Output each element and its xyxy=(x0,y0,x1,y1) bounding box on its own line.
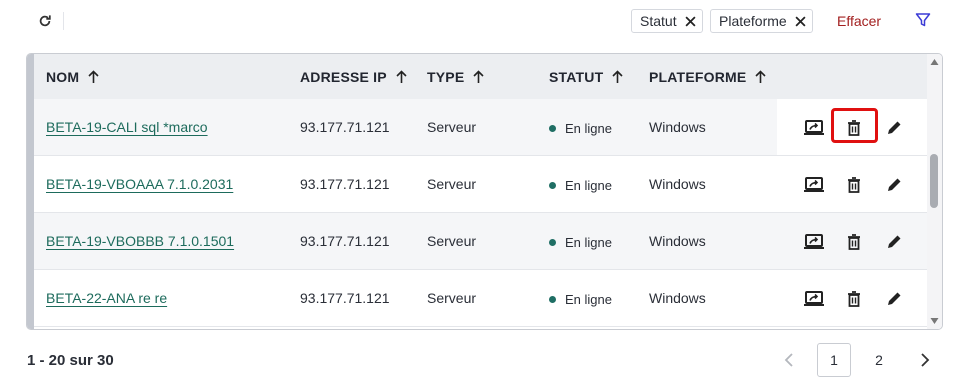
column-header-label: TYPE xyxy=(427,69,465,85)
refresh-icon[interactable] xyxy=(36,12,54,30)
device-name-link[interactable]: BETA-19-VBOBBB 7.1.0.1501 xyxy=(46,233,234,249)
scrollbar-thumb[interactable] xyxy=(930,154,938,208)
trash-icon[interactable] xyxy=(843,231,865,253)
arrow-up-icon xyxy=(396,70,407,84)
column-header-statut[interactable]: STATUT xyxy=(549,69,623,85)
platform: Windows xyxy=(649,176,706,192)
filter-chip-label: Statut xyxy=(640,13,677,29)
vertical-scrollbar[interactable] xyxy=(927,54,942,329)
column-header-label: ADRESSE IP xyxy=(300,69,387,85)
status-dot xyxy=(549,239,556,246)
column-header-ip[interactable]: ADRESSE IP xyxy=(300,69,407,85)
filter-chip-plateforme[interactable]: Plateforme xyxy=(710,9,813,33)
delete-highlight-box xyxy=(831,108,878,143)
table-row[interactable]: BETA-22-ANA re re 93.177.71.121 Serveur … xyxy=(34,270,927,327)
column-header-nom[interactable]: NOM xyxy=(46,69,99,85)
page-button[interactable]: 2 xyxy=(862,343,896,377)
column-header-plateforme[interactable]: PLATEFORME xyxy=(649,69,766,85)
ip-address: 93.177.71.121 xyxy=(300,119,390,135)
chevron-right-icon[interactable] xyxy=(915,351,933,369)
status-badge: En ligne xyxy=(549,178,612,193)
device-type: Serveur xyxy=(427,176,477,192)
pencil-icon[interactable] xyxy=(883,117,905,139)
filter-chip-label: Plateforme xyxy=(719,13,787,29)
device-name-link[interactable]: BETA-19-VBOAAA 7.1.0.2031 xyxy=(46,176,233,192)
page-button-current[interactable]: 1 xyxy=(817,343,851,377)
device-type: Serveur xyxy=(427,233,477,249)
status-dot xyxy=(549,296,556,303)
column-header-type[interactable]: TYPE xyxy=(427,69,484,85)
pencil-icon[interactable] xyxy=(883,231,905,253)
pagination-summary: 1 - 20 sur 30 xyxy=(27,352,114,369)
status-badge: En ligne xyxy=(549,292,612,307)
status-badge: En ligne xyxy=(549,235,612,250)
table-row[interactable]: BETA-19-VBOBBB 7.1.0.1501 93.177.71.121 … xyxy=(34,213,927,270)
column-header-label: STATUT xyxy=(549,69,604,85)
remote-screen-icon[interactable] xyxy=(803,231,825,253)
trash-icon[interactable] xyxy=(843,174,865,196)
status-badge: En ligne xyxy=(549,121,612,136)
close-icon[interactable] xyxy=(795,15,806,27)
device-type: Serveur xyxy=(427,290,477,306)
status-dot xyxy=(549,125,556,132)
filter-icon[interactable] xyxy=(915,12,933,30)
device-name-link[interactable]: BETA-22-ANA re re xyxy=(46,290,167,306)
column-header-label: NOM xyxy=(46,69,80,85)
arrow-up-icon xyxy=(612,70,623,84)
toolbar-divider xyxy=(63,12,64,30)
arrow-up-icon xyxy=(473,70,484,84)
remote-screen-icon[interactable] xyxy=(803,288,825,310)
platform: Windows xyxy=(649,233,706,249)
scroll-up-icon[interactable] xyxy=(930,58,939,66)
remote-screen-icon[interactable] xyxy=(803,117,825,139)
ip-address: 93.177.71.121 xyxy=(300,233,390,249)
ip-address: 93.177.71.121 xyxy=(300,290,390,306)
table-row[interactable]: BETA-19-VBOAAA 7.1.0.2031 93.177.71.121 … xyxy=(34,156,927,213)
devices-table: NOM ADRESSE IP TYPE STATUT PLATEFORME BE… xyxy=(26,53,943,330)
toolbar: Statut Plateforme Effacer xyxy=(0,0,958,44)
arrow-up-icon xyxy=(88,70,99,84)
device-name-link[interactable]: BETA-19-CALI sql *marco xyxy=(46,119,208,135)
status-label: En ligne xyxy=(565,292,612,307)
status-label: En ligne xyxy=(565,235,612,250)
status-label: En ligne xyxy=(565,121,612,136)
ip-address: 93.177.71.121 xyxy=(300,176,390,192)
chevron-left-icon[interactable] xyxy=(781,351,799,369)
platform: Windows xyxy=(649,290,706,306)
close-icon[interactable] xyxy=(685,15,696,27)
remote-screen-icon[interactable] xyxy=(803,174,825,196)
status-label: En ligne xyxy=(565,178,612,193)
table-header: NOM ADRESSE IP TYPE STATUT PLATEFORME xyxy=(34,54,927,99)
status-dot xyxy=(549,182,556,189)
device-type: Serveur xyxy=(427,119,477,135)
table-left-rail xyxy=(27,54,34,329)
clear-filters-button[interactable]: Effacer xyxy=(837,13,881,29)
table-body: NOM ADRESSE IP TYPE STATUT PLATEFORME BE… xyxy=(34,54,927,329)
table-row[interactable]: BETA-19-CALI sql *marco 93.177.71.121 Se… xyxy=(34,99,927,156)
filter-chip-statut[interactable]: Statut xyxy=(631,9,703,33)
platform: Windows xyxy=(649,119,706,135)
scroll-down-icon[interactable] xyxy=(930,317,939,325)
column-header-label: PLATEFORME xyxy=(649,69,747,85)
arrow-up-icon xyxy=(755,70,766,84)
trash-icon[interactable] xyxy=(843,288,865,310)
pencil-icon[interactable] xyxy=(883,288,905,310)
pencil-icon[interactable] xyxy=(883,174,905,196)
